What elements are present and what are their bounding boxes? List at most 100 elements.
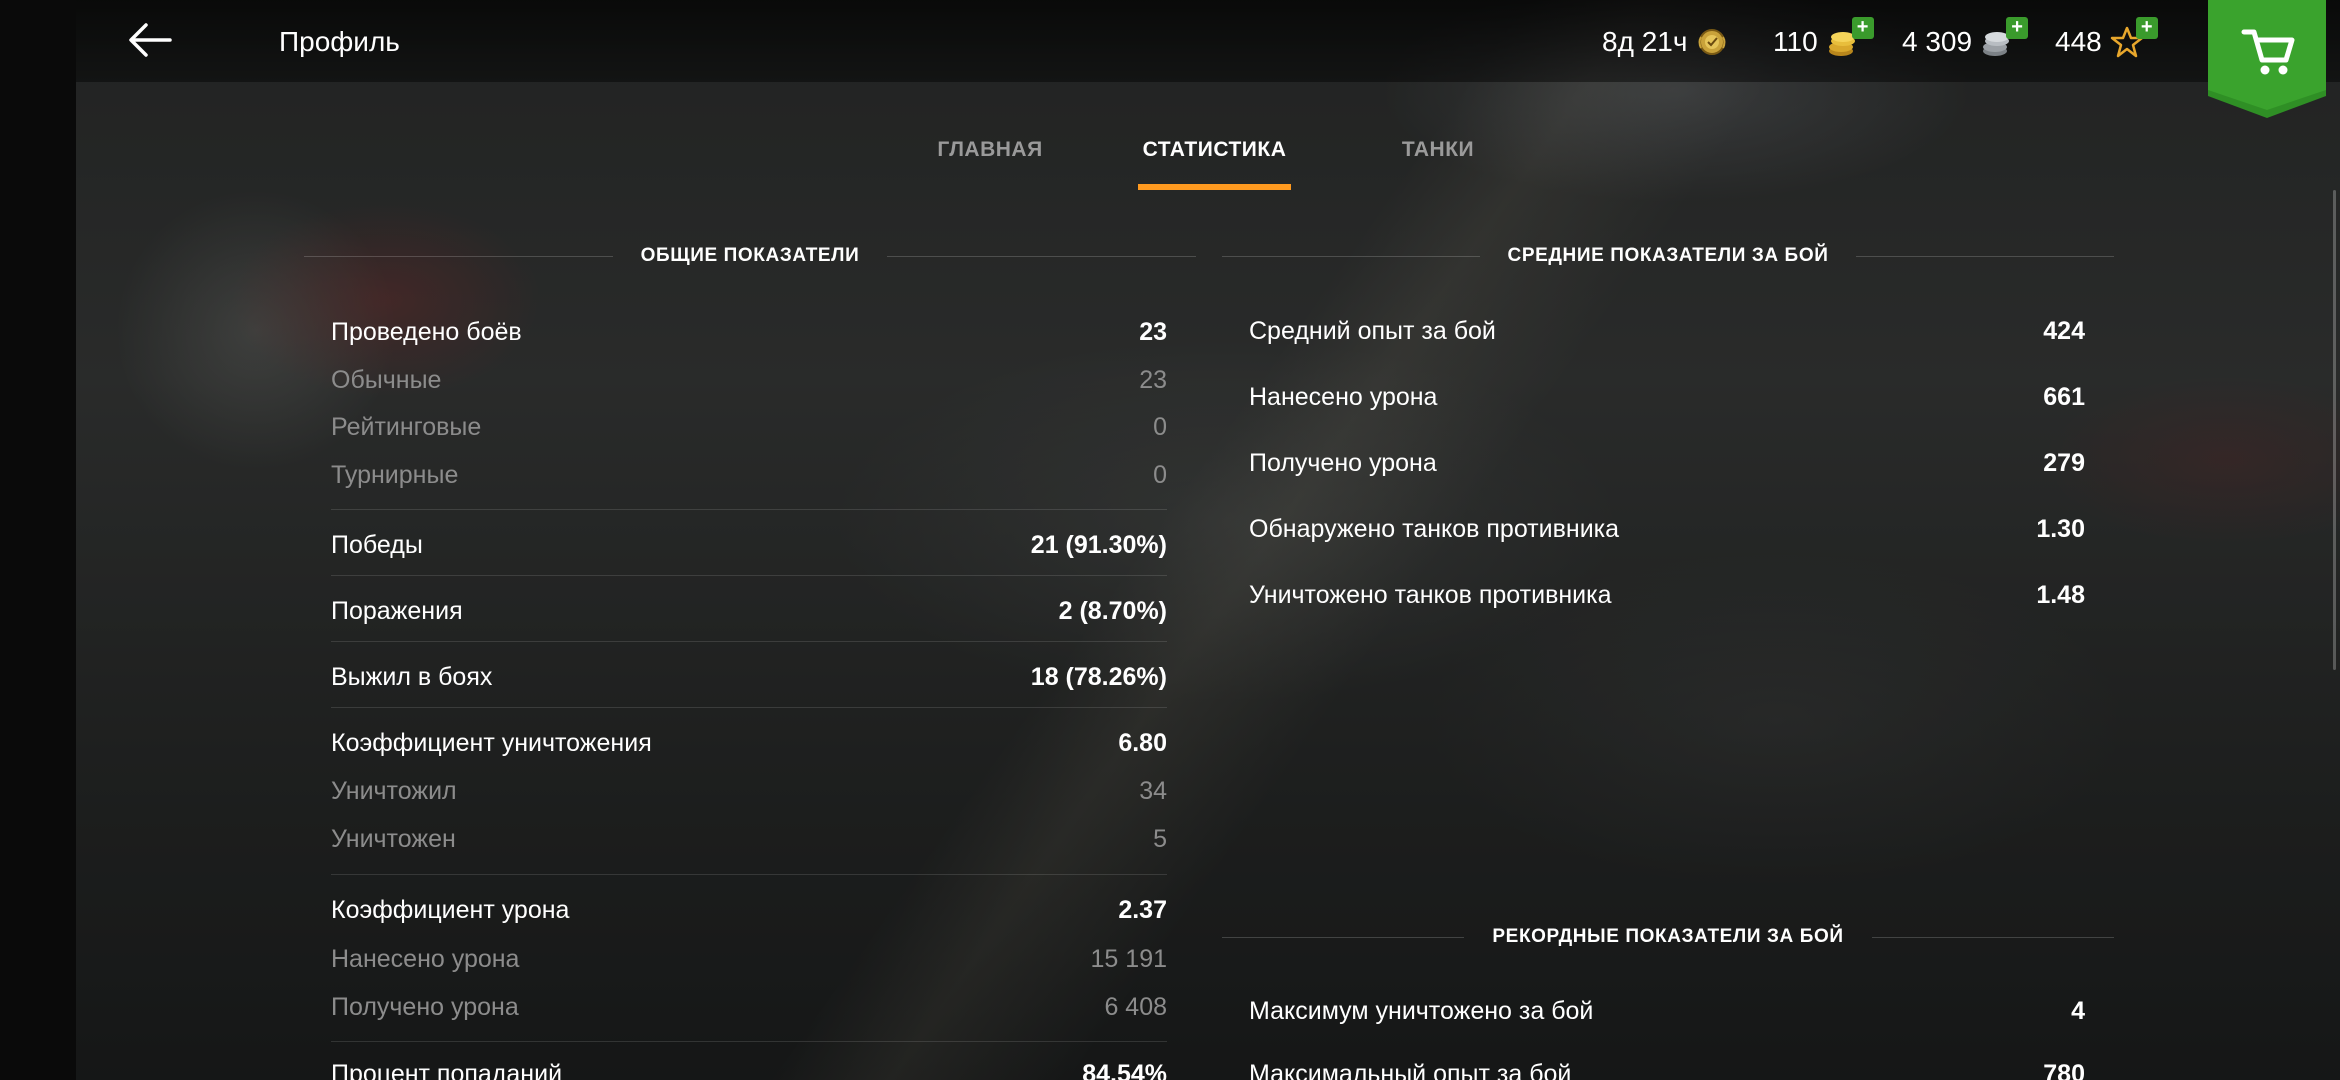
stat-value: 1.30 — [2036, 514, 2085, 543]
stat-value: 2 (8.70%) — [1058, 596, 1167, 625]
stat-label: Выжил в боях — [331, 662, 493, 691]
divider — [304, 255, 613, 257]
add-free-xp-plus-icon[interactable]: + — [2135, 17, 2158, 39]
gold-value: 110 — [1773, 26, 1818, 57]
free-xp-balance[interactable]: 448 + — [2055, 17, 2158, 64]
free-xp-star-icon: + — [2110, 17, 2158, 59]
stat-value: 23 — [1139, 365, 1167, 394]
record-row-max-xp: Максимальный опыт за бой 780 — [1249, 1054, 2085, 1080]
scrollbar[interactable] — [2333, 190, 2336, 670]
stat-value: 18 (78.26%) — [1030, 662, 1167, 691]
stat-value: 23 — [1139, 317, 1167, 346]
stat-label: Коэффициент урона — [331, 895, 570, 924]
stat-label: Получено урона — [331, 992, 519, 1021]
tab-main[interactable]: ГЛАВНАЯ — [930, 130, 1050, 190]
shop-button[interactable] — [2208, 0, 2326, 118]
avg-row-spotted: Обнаружено танков противника 1.30 — [1249, 509, 2085, 549]
divider — [1871, 936, 2114, 938]
add-credits-plus-icon[interactable]: + — [2006, 17, 2029, 39]
stat-row-damage-ratio: Коэффициент урона 2.37 — [331, 890, 1167, 930]
divider — [1222, 255, 1480, 257]
tab-statistics-label: СТАТИСТИКА — [1142, 138, 1287, 161]
stat-value: 424 — [2043, 316, 2085, 345]
stat-value: 661 — [2043, 382, 2085, 411]
stat-row-battles: Проведено боёв 23 — [331, 312, 1167, 352]
stat-value: 6.80 — [1118, 728, 1167, 757]
stat-label: Максимум уничтожено за бой — [1249, 996, 1594, 1025]
stat-label: Уничтожил — [331, 776, 457, 805]
stat-row-tournament: Турнирные 0 — [331, 455, 1167, 495]
average-stats-title: СРЕДНИЕ ПОКАЗАТЕЛИ ЗА БОЙ — [1507, 245, 1829, 266]
row-divider — [331, 575, 1167, 576]
stat-value: 0 — [1153, 460, 1167, 489]
arrow-left-icon — [129, 23, 172, 57]
tab-tanks[interactable]: ТАНКИ — [1396, 130, 1480, 190]
divider — [1856, 255, 2114, 257]
stat-value: 1.48 — [2036, 580, 2085, 609]
stat-label: Рейтинговые — [331, 412, 482, 441]
stat-value: 0 — [1153, 412, 1167, 441]
row-divider — [331, 509, 1167, 510]
average-stats-heading: СРЕДНИЕ ПОКАЗАТЕЛИ ЗА БОЙ — [1222, 241, 2114, 271]
stat-row-destroyed: Уничтожил 34 — [331, 771, 1167, 811]
stat-label: Максимальный опыт за бой — [1249, 1059, 1572, 1080]
record-row-max-kills: Максимум уничтожено за бой 4 — [1249, 991, 2085, 1031]
stat-value: 2.37 — [1118, 895, 1167, 924]
tab-statistics[interactable]: СТАТИСТИКА — [1138, 130, 1291, 190]
stat-label: Поражения — [331, 596, 463, 625]
stat-row-survived: Выжил в боях 18 (78.26%) — [331, 657, 1167, 697]
records-heading: РЕКОРДНЫЕ ПОКАЗАТЕЛИ ЗА БОЙ — [1222, 922, 2114, 952]
row-divider — [331, 874, 1167, 875]
stat-label: Нанесено урона — [331, 944, 520, 973]
stat-row-victories: Победы 21 (91.30%) — [331, 525, 1167, 565]
row-divider — [331, 641, 1167, 642]
stat-value: 15 191 — [1090, 944, 1167, 973]
stat-value: 780 — [2043, 1059, 2085, 1080]
stat-value: 34 — [1139, 776, 1167, 805]
stat-row-damage-received: Получено урона 6 408 — [331, 987, 1167, 1027]
stat-row-regular: Обычные 23 — [331, 360, 1167, 400]
stat-label: Обнаружено танков противника — [1249, 514, 1620, 543]
stat-value: 6 408 — [1104, 992, 1167, 1021]
active-tab-indicator — [1138, 184, 1291, 190]
avg-row-xp: Средний опыт за бой 424 — [1249, 311, 2085, 351]
stat-value: 84.54% — [1082, 1059, 1167, 1080]
avg-row-destroyed: Уничтожено танков противника 1.48 — [1249, 575, 2085, 615]
stat-row-defeats: Поражения 2 (8.70%) — [331, 591, 1167, 631]
divider — [1222, 936, 1465, 938]
credits-value: 4 309 — [1902, 26, 1973, 57]
stat-label: Коэффициент уничтожения — [331, 728, 652, 757]
stat-value: 4 — [2071, 996, 2085, 1025]
stat-label: Обычные — [331, 365, 442, 394]
divider — [887, 255, 1197, 257]
avg-row-damage-dealt: Нанесено урона 661 — [1249, 377, 2085, 417]
credits-balance[interactable]: 4 309 + — [1902, 17, 2029, 64]
page-title: Профиль — [279, 26, 400, 57]
stat-label: Средний опыт за бой — [1249, 316, 1496, 345]
tab-main-label: ГЛАВНАЯ — [937, 138, 1043, 161]
general-stats-heading: ОБЩИЕ ПОКАЗАТЕЛИ — [304, 241, 1197, 271]
stat-label: Победы — [331, 530, 423, 559]
add-gold-plus-icon[interactable]: + — [1851, 17, 1874, 39]
row-divider — [331, 1041, 1167, 1042]
stat-label: Процент попаданий — [331, 1059, 563, 1080]
premium-time[interactable]: 8д 21ч — [1602, 20, 1729, 64]
records-title: РЕКОРДНЫЕ ПОКАЗАТЕЛИ ЗА БОЙ — [1492, 926, 1844, 947]
back-button[interactable] — [126, 18, 174, 62]
free-xp-value: 448 — [2055, 26, 2102, 57]
stat-value: 279 — [2043, 448, 2085, 477]
general-stats-title: ОБЩИЕ ПОКАЗАТЕЛИ — [640, 245, 860, 266]
stat-value: 21 (91.30%) — [1030, 530, 1167, 559]
stat-label: Нанесено урона — [1249, 382, 1438, 411]
tab-tanks-label: ТАНКИ — [1401, 138, 1475, 161]
stat-label: Уничтожен — [331, 824, 456, 853]
silver-credits-icon: + — [1980, 17, 2029, 59]
stat-label: Проведено боёв — [331, 317, 522, 346]
stat-row-kill-ratio: Коэффициент уничтожения 6.80 — [331, 723, 1167, 763]
stat-row-rating: Рейтинговые 0 — [331, 407, 1167, 447]
profile-screen: Профиль 8д 21ч 110 + 4 309 + 448 + ГЛАВН… — [0, 0, 2340, 1080]
avg-row-damage-received: Получено урона 279 — [1249, 443, 2085, 483]
stat-row-damage-dealt: Нанесено урона 15 191 — [331, 939, 1167, 979]
stat-label: Получено урона — [1249, 448, 1437, 477]
gold-balance[interactable]: 110 + — [1773, 17, 1874, 64]
